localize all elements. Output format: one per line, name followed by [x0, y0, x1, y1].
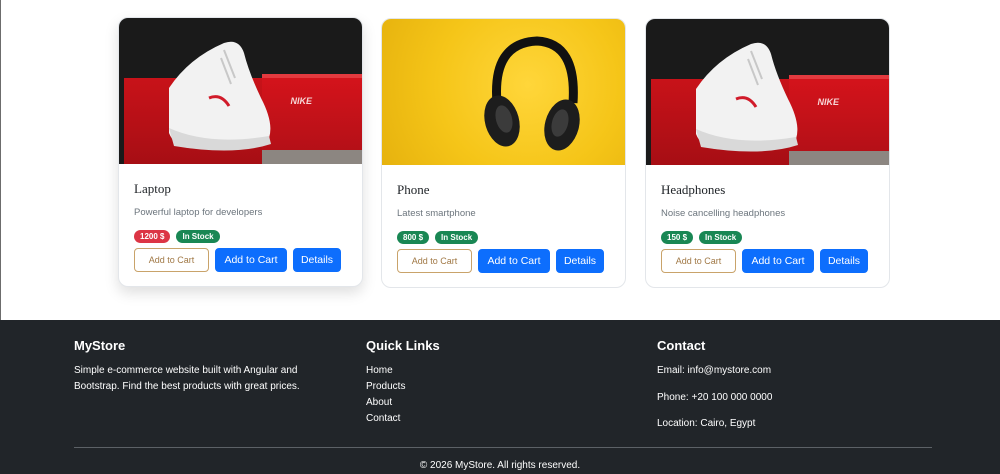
stock-badge: In Stock [176, 230, 220, 243]
details-button[interactable]: Details [293, 248, 341, 272]
footer-brand: MyStore Simple e-commerce website built … [74, 337, 334, 395]
contact-email: Email: info@mystore.com [657, 365, 772, 376]
headphones-icon [484, 36, 580, 151]
sneaker-icon [169, 41, 271, 151]
sneaker-image[interactable]: NIKE [646, 19, 889, 165]
details-button[interactable]: Details [820, 249, 868, 273]
product-description: Noise cancelling headphones [661, 208, 786, 219]
product-description: Powerful laptop for developers [134, 207, 263, 218]
price-badge: 800 $ [397, 231, 430, 244]
footer-links-title: Quick Links [366, 338, 440, 353]
headphones-image[interactable] [382, 19, 625, 165]
product-description: Latest smartphone [397, 208, 476, 219]
site-footer: MyStore Simple e-commerce website built … [0, 320, 1000, 474]
add-to-cart-button[interactable]: Add to Cart [478, 249, 550, 273]
products-grid: NIKE Laptop Powerful laptop for develope… [0, 0, 1000, 320]
product-title: Headphones [661, 182, 726, 197]
footer-brand-description: Simple e-commerce website built with Ang… [74, 365, 300, 392]
footer-contact: Contact Email: info@mystore.com Phone: +… [657, 337, 917, 443]
shoe-box-logo: NIKE [817, 97, 839, 107]
footer-contact-title: Contact [657, 338, 706, 353]
add-to-cart-outline-button[interactable]: Add to Cart [397, 249, 472, 273]
details-button[interactable]: Details [556, 249, 604, 273]
price-badge: 150 $ [661, 231, 694, 244]
add-to-cart-outline-button[interactable]: Add to Cart [661, 249, 736, 273]
footer-link-products[interactable]: Products [366, 379, 566, 395]
contact-location: Location: Cairo, Egypt [657, 418, 756, 429]
product-card: NIKE Headphones Noise cancelling headpho… [645, 18, 890, 288]
contact-phone: Phone: +20 100 000 0000 [657, 391, 773, 403]
product-card: Phone Latest smartphone 800 $ In Stock A… [381, 18, 626, 288]
footer-link-about[interactable]: About [366, 395, 566, 411]
footer-divider [74, 447, 932, 448]
add-to-cart-button[interactable]: Add to Cart [742, 249, 814, 273]
product-title: Laptop [134, 181, 171, 196]
product-card: NIKE Laptop Powerful laptop for develope… [118, 17, 363, 287]
add-to-cart-outline-button[interactable]: Add to Cart [134, 248, 209, 272]
stock-badge: In Stock [435, 231, 479, 244]
price-badge: 1200 $ [134, 230, 171, 243]
footer-brand-title: MyStore [74, 338, 126, 353]
footer-link-contact[interactable]: Contact [366, 411, 566, 427]
stock-badge: In Stock [699, 231, 743, 244]
footer-link-home[interactable]: Home [366, 363, 566, 379]
footer-quick-links: Quick Links Home Products About Contact [366, 337, 566, 427]
shoe-box-logo: NIKE [290, 96, 312, 106]
add-to-cart-button[interactable]: Add to Cart [215, 248, 287, 272]
sneaker-icon [696, 42, 798, 152]
sneaker-image[interactable]: NIKE [119, 18, 362, 164]
product-title: Phone [397, 182, 430, 197]
footer-copyright: © 2026 MyStore. All rights reserved. [419, 460, 581, 471]
